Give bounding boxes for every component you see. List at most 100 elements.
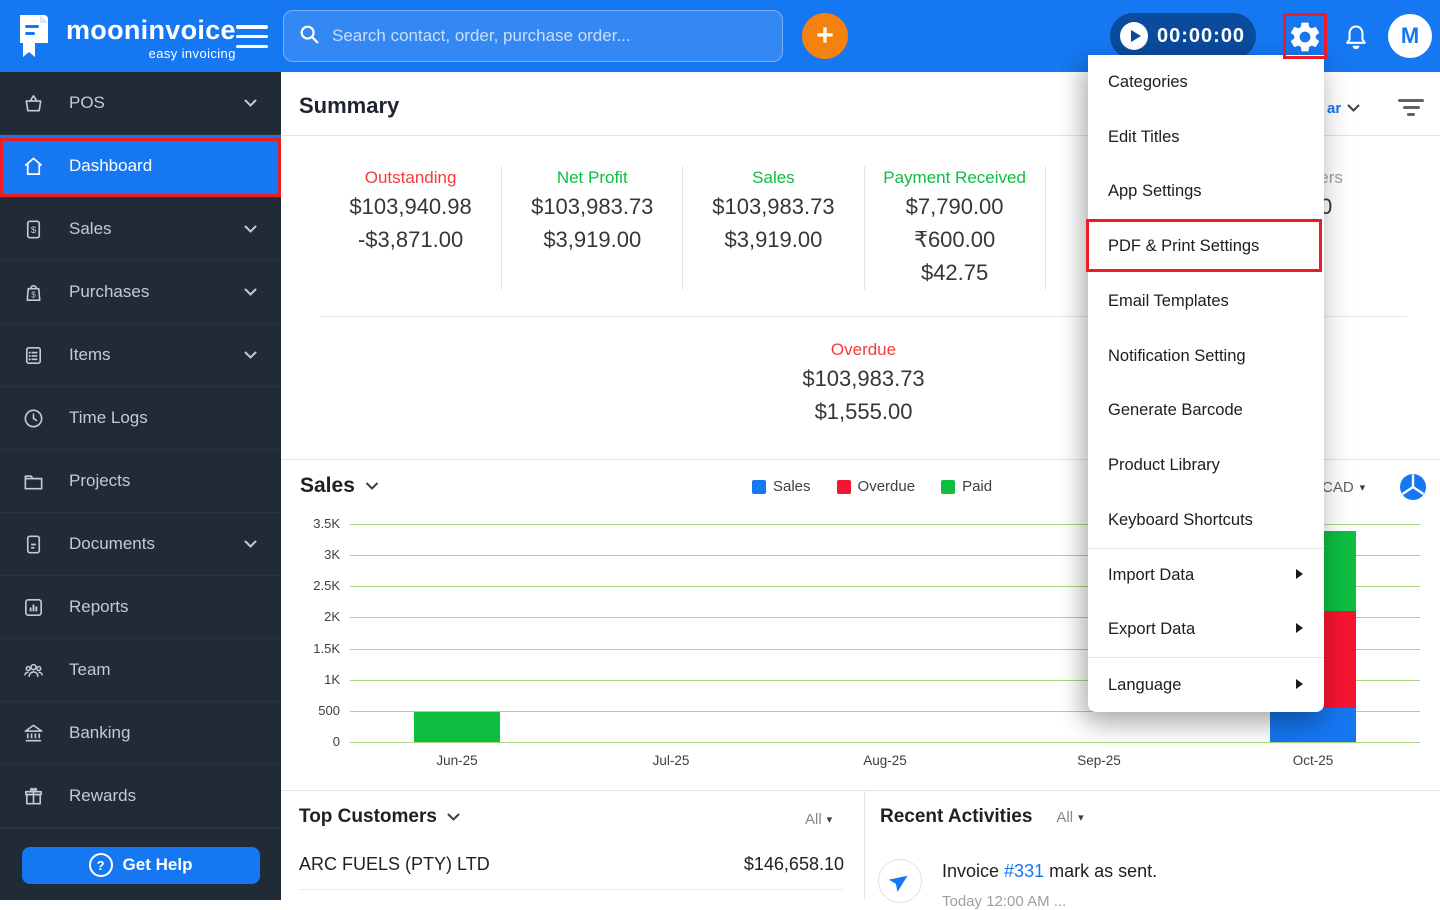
sidebar-item-label: Banking: [69, 723, 131, 742]
menu-item-keyboard-shortcuts[interactable]: Keyboard Shortcuts: [1088, 493, 1324, 548]
y-tick-label: 1.5K: [313, 640, 340, 656]
brand-logo[interactable]: mooninvoice easy invoicing: [14, 13, 236, 64]
top-customers-filter[interactable]: All ▾: [805, 811, 832, 828]
search-icon: [298, 23, 320, 50]
sidebar-item-label: Rewards: [69, 786, 137, 805]
get-help-button[interactable]: ? Get Help: [21, 846, 260, 884]
top-customers-header[interactable]: Top Customers: [299, 806, 460, 828]
metric-value: $3,919.00: [724, 227, 823, 252]
sidebar-item-label: Reports: [69, 597, 129, 616]
chevron-down-icon: [244, 219, 257, 239]
submenu-arrow-icon: [1295, 566, 1304, 585]
menu-item-edit-titles[interactable]: Edit Titles: [1088, 110, 1324, 165]
sidebar-item-purchases[interactable]: $ Purchases: [0, 261, 281, 324]
x-axis-label: Sep-25: [1077, 753, 1121, 768]
settings-gear-icon[interactable]: [1287, 19, 1323, 55]
recent-activities-title: Recent Activities: [880, 806, 1033, 827]
pie-chart-toggle-icon[interactable]: [1399, 473, 1427, 501]
sidebar-item-documents[interactable]: Documents: [0, 513, 281, 576]
metric-value: $42.75: [920, 260, 989, 285]
hamburger-menu-icon[interactable]: [236, 25, 268, 48]
brand-name: mooninvoice: [66, 15, 236, 45]
metric-value: $3,919.00: [543, 227, 642, 252]
menu-item-categories[interactable]: Categories: [1088, 55, 1324, 110]
bar-segment-paid-Jun-25[interactable]: [414, 712, 500, 742]
get-help-label: Get Help: [122, 855, 193, 874]
sidebar-item-sales[interactable]: $ Sales: [0, 198, 281, 261]
sidebar-item-projects[interactable]: Projects: [0, 450, 281, 513]
divider: [281, 790, 1440, 791]
filter-icon[interactable]: [1398, 99, 1424, 116]
customer-amount: $146,658.10: [743, 854, 844, 874]
legend-item-overdue: Overdue: [836, 478, 915, 495]
play-icon[interactable]: [1120, 22, 1148, 50]
avatar-initial: M: [1400, 23, 1420, 48]
menu-item-product-library[interactable]: Product Library: [1088, 438, 1324, 493]
menu-item-pdf-print-settings[interactable]: PDF & Print Settings: [1088, 219, 1324, 274]
metric-value: $103,983.73: [712, 194, 835, 219]
filter-label: All: [805, 811, 822, 828]
send-plane-icon: [878, 859, 922, 903]
metric-outstanding: Outstanding $103,940.98 -$3,871.00: [320, 166, 501, 290]
top-customer-row[interactable]: ARC FUELS (PTY) LTD $146,658.10: [299, 854, 844, 890]
sales-chart-title: Sales: [300, 474, 355, 497]
metric-sales: Sales $103,983.73 $3,919.00: [682, 166, 863, 290]
quick-add-button[interactable]: +: [802, 13, 848, 59]
divider: [864, 790, 865, 900]
menu-item-app-settings[interactable]: App Settings: [1088, 165, 1324, 220]
sidebar-item-label: Time Logs: [69, 408, 148, 427]
filter-label: All: [1056, 808, 1074, 826]
dashboard-page: mooninvoice easy invoicing + 00:00:00: [0, 0, 1440, 910]
search-input[interactable]: [330, 25, 768, 47]
menu-item-notification-setting[interactable]: Notification Setting: [1088, 329, 1324, 384]
activity-item[interactable]: Invoice #331 mark as sent. Today 12:00 A…: [878, 859, 1157, 910]
metric-value: -$3,871.00: [357, 227, 464, 252]
menu-item-generate-barcode[interactable]: Generate Barcode: [1088, 384, 1324, 439]
timer-widget[interactable]: 00:00:00: [1110, 13, 1256, 59]
sidebar-item-items[interactable]: Items: [0, 324, 281, 387]
sidebar-item-team[interactable]: Team: [0, 639, 281, 702]
y-tick-label: 2K: [324, 609, 340, 625]
sidebar-item-label: Documents: [69, 534, 155, 553]
chevron-down-icon: [447, 813, 460, 821]
brand-tagline: easy invoicing: [148, 46, 236, 61]
sidebar-nav: POS Dashboard $ Sales $ Purchases Items …: [0, 72, 281, 900]
chevron-down-icon: [1347, 104, 1360, 112]
notifications-bell-icon[interactable]: [1342, 21, 1370, 53]
period-label: ar: [1327, 100, 1342, 117]
chevron-down-icon: [244, 345, 257, 365]
sales-chart-header[interactable]: Sales: [300, 474, 379, 498]
menu-item-email-templates[interactable]: Email Templates: [1088, 274, 1324, 329]
currency-dropdown[interactable]: CAD ▾: [1322, 479, 1365, 496]
menu-item-export-data[interactable]: Export Data: [1088, 603, 1324, 658]
x-axis-label: Oct-25: [1292, 753, 1334, 768]
metric-net-profit: Net Profit $103,983.73 $3,919.00: [501, 166, 682, 290]
global-search[interactable]: [283, 10, 783, 62]
sidebar-item-label: Projects: [69, 471, 131, 490]
legend-swatch: [752, 479, 766, 494]
metric-value: ₹600.00: [913, 227, 996, 252]
sidebar-item-time-logs[interactable]: Time Logs: [0, 387, 281, 450]
bar-segment-sales-Oct-25[interactable]: [1270, 707, 1356, 742]
submenu-arrow-icon: [1295, 620, 1304, 639]
chevron-down-icon: [244, 282, 257, 302]
triangle-down-icon: ▾: [1078, 811, 1084, 824]
menu-item-language[interactable]: Language: [1088, 657, 1324, 712]
timer-value: 00:00:00: [1157, 24, 1246, 47]
sidebar-item-reports[interactable]: Reports: [0, 576, 281, 639]
x-axis-label: Jun-25: [436, 753, 478, 768]
question-mark-icon: ?: [88, 853, 113, 877]
sidebar-item-pos[interactable]: POS: [0, 72, 281, 135]
sidebar-item-rewards[interactable]: Rewards: [0, 765, 281, 828]
sidebar-item-label: Sales: [69, 219, 112, 238]
user-avatar[interactable]: M: [1388, 14, 1432, 58]
triangle-down-icon: ▾: [826, 814, 833, 826]
sidebar-item-dashboard[interactable]: Dashboard: [0, 135, 281, 198]
menu-item-import-data[interactable]: Import Data: [1088, 547, 1324, 603]
sidebar-item-banking[interactable]: Banking: [0, 702, 281, 765]
y-tick-label: 3.5K: [313, 516, 340, 531]
invoice-link[interactable]: #331: [1004, 861, 1044, 881]
period-dropdown[interactable]: ar: [1327, 100, 1360, 117]
metric-label: Net Profit: [556, 168, 628, 187]
recent-activities-filter[interactable]: All ▾: [1056, 809, 1083, 826]
